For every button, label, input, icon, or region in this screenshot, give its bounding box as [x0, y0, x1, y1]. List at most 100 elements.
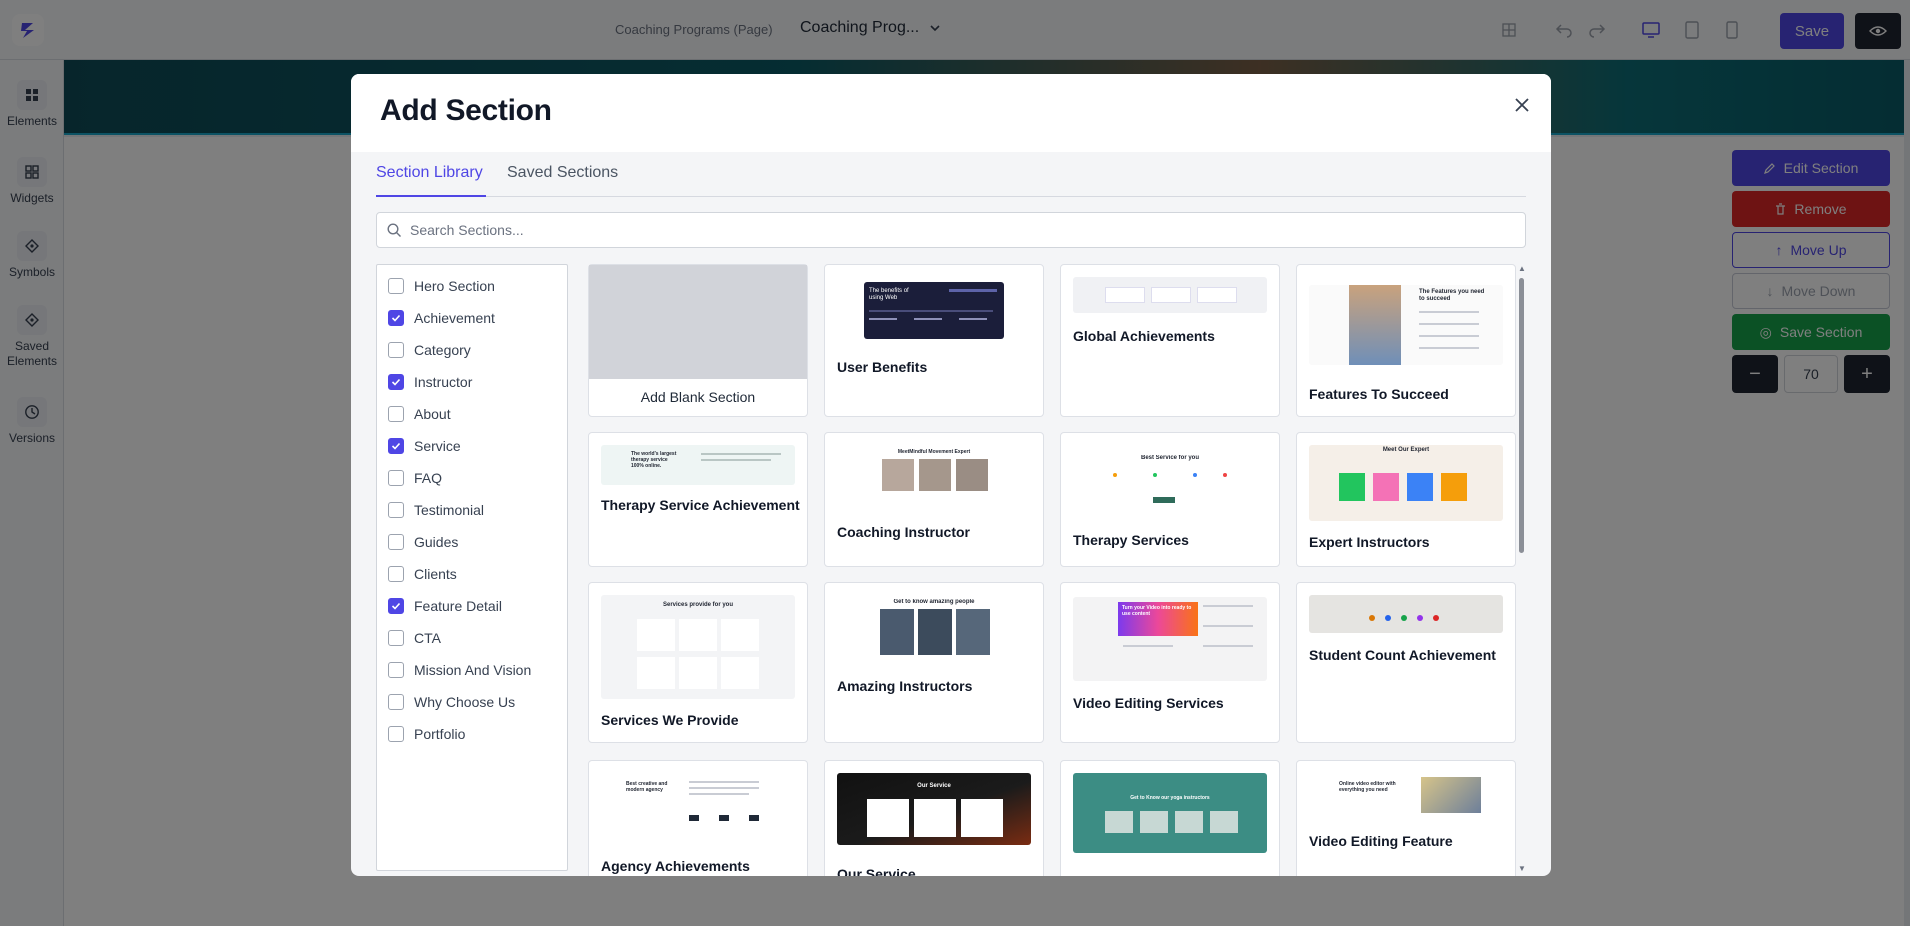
card-title: Agency Achievements: [601, 858, 750, 874]
card-title: Therapy Services: [1073, 532, 1189, 548]
section-grid: Add Blank Section The benefits of using …: [588, 264, 1528, 876]
category-filter-item[interactable]: Instructor: [388, 371, 472, 393]
category-filter-item[interactable]: Portfolio: [388, 723, 465, 745]
thumb-heading: The world's largest therapy service 100%…: [631, 451, 677, 469]
card-title: Add Blank Section: [640, 389, 756, 405]
category-label: Feature Detail: [414, 598, 502, 614]
close-icon: [1515, 98, 1529, 112]
card-thumbnail: [1309, 595, 1503, 633]
category-filter-item[interactable]: Hero Section: [388, 275, 495, 297]
category-checkbox[interactable]: [388, 502, 404, 518]
card-thumbnail: Turn your Video into ready to use conten…: [1073, 597, 1267, 681]
thumb-heading: Services provide for you: [662, 602, 734, 608]
card-thumbnail: [1073, 277, 1267, 313]
thumb-heading: Get to know amazing people: [893, 599, 975, 605]
category-label: Instructor: [414, 374, 473, 390]
card-amazing-instructors[interactable]: Get to know amazing people Amazing Instr…: [824, 582, 1044, 743]
category-label: Service: [414, 438, 461, 454]
category-label: Clients: [414, 566, 457, 582]
card-thumbnail: The benefits of using Web: [864, 282, 1004, 339]
category-checkbox[interactable]: [388, 694, 404, 710]
category-checkbox[interactable]: [388, 470, 404, 486]
thumb-heading: Turn your Video into ready to use conten…: [1122, 605, 1192, 617]
card-services-we-provide[interactable]: Services provide for you Services We Pro…: [588, 582, 808, 743]
card-expert-instructors[interactable]: Meet Our Expert Expert Instructors: [1296, 432, 1516, 567]
thumb-heading: Best creative and modern agency: [626, 781, 668, 793]
category-checkbox[interactable]: [388, 374, 404, 390]
category-label: CTA: [414, 630, 441, 646]
blank-section-thumb: [589, 265, 807, 379]
card-title: Coaching Instructor: [837, 524, 971, 540]
category-checkbox[interactable]: [388, 630, 404, 646]
card-title: Therapy Service Achievement: [601, 497, 800, 513]
tab-section-library[interactable]: Section Library: [376, 164, 486, 197]
category-filter-item[interactable]: Clients: [388, 563, 457, 585]
scroll-up-arrow-icon[interactable]: ▲: [1517, 264, 1527, 273]
category-label: Testimonial: [414, 502, 485, 518]
card-student-count-achievement[interactable]: Student Count Achievement: [1296, 582, 1516, 743]
close-button[interactable]: [1509, 92, 1535, 118]
category-filter-item[interactable]: Guides: [388, 531, 458, 553]
card-video-editing-feature[interactable]: Online video editor with everything you …: [1296, 760, 1516, 876]
category-checkbox[interactable]: [388, 278, 404, 294]
search-bar: [376, 212, 1526, 248]
card-title: Video Editing Feature: [1309, 833, 1453, 849]
card-global-achievements[interactable]: Global Achievements: [1060, 264, 1280, 417]
category-checkbox[interactable]: [388, 598, 404, 614]
card-thumbnail: Online video editor with everything you …: [1309, 777, 1503, 817]
card-features-to-succeed[interactable]: The Features you need to succeed Feature…: [1296, 264, 1516, 417]
category-filter-list: Hero Section Achievement Category Instructo…: [376, 264, 568, 871]
card-add-blank-section[interactable]: Add Blank Section: [588, 264, 808, 417]
category-filter-item[interactable]: Category: [388, 339, 471, 361]
tab-saved-sections[interactable]: Saved Sections: [507, 164, 627, 197]
category-label: Why Choose Us: [414, 694, 516, 710]
section-tabs: Section Library Saved Sections: [376, 164, 1526, 197]
modal-header: Add Section: [351, 74, 1551, 152]
card-therapy-services[interactable]: Best Service for you Therapy Services: [1060, 432, 1280, 567]
card-our-service[interactable]: Our Service Our Service: [824, 760, 1044, 876]
category-checkbox[interactable]: [388, 342, 404, 358]
category-label: Hero Section: [414, 278, 495, 294]
scroll-down-arrow-icon[interactable]: ▼: [1517, 864, 1527, 873]
card-agency-achievements[interactable]: Best creative and modern agency Agency A…: [588, 760, 808, 876]
card-yoga-instructors[interactable]: Get to Know our yoga instructors: [1060, 760, 1280, 876]
category-checkbox[interactable]: [388, 310, 404, 326]
card-coaching-instructor[interactable]: MeetMindful Movement Expert Coaching Ins…: [824, 432, 1044, 567]
category-label: Mission And Vision: [414, 662, 532, 678]
category-filter-item[interactable]: Mission And Vision: [388, 659, 531, 681]
card-thumbnail: Meet Our Expert: [1309, 445, 1503, 521]
category-filter-item[interactable]: About: [388, 403, 451, 425]
card-thumbnail: Services provide for you: [601, 595, 795, 699]
category-filter-item[interactable]: Why Choose Us: [388, 691, 515, 713]
card-title: User Benefits: [837, 359, 928, 375]
category-checkbox[interactable]: [388, 726, 404, 742]
thumb-heading: The Features you need to succeed: [1419, 289, 1485, 302]
modal-title: Add Section: [380, 94, 552, 127]
category-filter-item[interactable]: Service: [388, 435, 461, 457]
category-filter-item[interactable]: FAQ: [388, 467, 442, 489]
category-checkbox[interactable]: [388, 534, 404, 550]
section-grid-scrollbar[interactable]: ▲ ▼: [1517, 264, 1527, 876]
category-checkbox[interactable]: [388, 406, 404, 422]
scrollbar-thumb[interactable]: [1519, 278, 1524, 553]
category-checkbox[interactable]: [388, 438, 404, 454]
category-checkbox[interactable]: [388, 662, 404, 678]
card-user-benefits[interactable]: The benefits of using Web User Benefits: [824, 264, 1044, 417]
category-label: FAQ: [414, 470, 443, 486]
category-label: Portfolio: [414, 726, 466, 742]
card-thumbnail: Best Service for you: [1073, 455, 1267, 507]
checkmark-icon: [391, 602, 401, 610]
card-therapy-service-achievement[interactable]: The world's largest therapy service 100%…: [588, 432, 808, 567]
search-input[interactable]: [410, 222, 1410, 238]
card-video-editing-services[interactable]: Turn your Video into ready to use conten…: [1060, 582, 1280, 743]
category-filter-item[interactable]: Testimonial: [388, 499, 484, 521]
category-filter-item[interactable]: Feature Detail: [388, 595, 502, 617]
category-filter-item[interactable]: Achievement: [388, 307, 495, 329]
checkmark-icon: [391, 442, 401, 450]
card-thumbnail: Our Service: [837, 773, 1031, 845]
thumb-heading: Meet Our Expert: [1382, 447, 1430, 453]
card-thumbnail: The world's largest therapy service 100%…: [601, 445, 795, 485]
category-checkbox[interactable]: [388, 566, 404, 582]
thumb-heading: Online video editor with everything you …: [1339, 781, 1396, 793]
category-filter-item[interactable]: CTA: [388, 627, 441, 649]
